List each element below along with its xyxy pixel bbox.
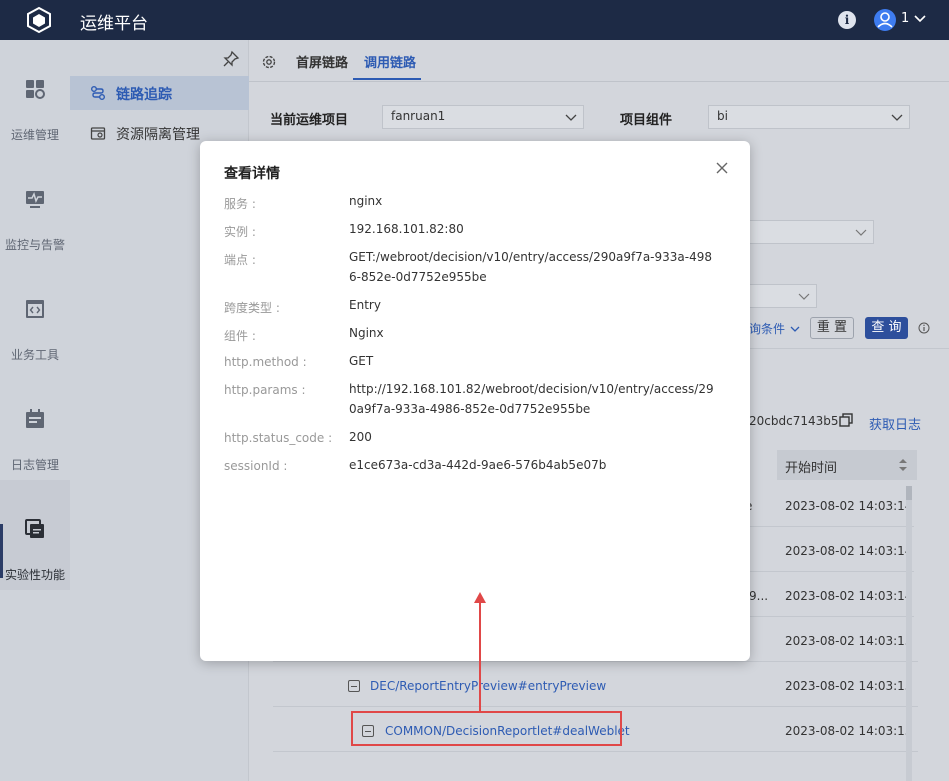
resource-isolation-icon	[90, 127, 106, 140]
tab-active-underline	[353, 78, 421, 80]
tree-node-link[interactable]: DEC/ReportEntryPreview#entryPreview	[370, 679, 606, 693]
code-window-icon	[26, 300, 44, 318]
field-value-http-method: GET	[349, 354, 374, 368]
chevron-down-icon	[798, 293, 810, 300]
chevron-down-icon	[855, 229, 867, 236]
rail-item-label: 业务工具	[10, 348, 59, 362]
filter-select-2[interactable]	[749, 220, 874, 244]
field-key-http-params: http.params :	[224, 383, 306, 397]
top-bar: 运维平台 i 1	[0, 0, 949, 40]
calendar-log-icon	[26, 409, 44, 428]
chevron-down-icon[interactable]	[789, 323, 801, 335]
experiment-window-icon	[25, 519, 44, 538]
fetch-log-link[interactable]: 获取日志	[869, 414, 921, 433]
row-divider	[729, 571, 914, 572]
main-rail: 运维管理 监控与告警 业务工具 日志管理 实验性功能	[0, 40, 70, 781]
row-divider	[729, 616, 914, 617]
field-value-instance: 192.168.101.82:80	[349, 222, 464, 236]
column-header-label: 开始时间	[785, 461, 838, 476]
close-icon[interactable]	[715, 161, 729, 175]
project-select-value: fanruan1	[391, 109, 446, 123]
chevron-down-icon	[565, 114, 577, 121]
row-start-time: 2023-08-02 14:03:14	[785, 544, 913, 558]
component-label: 项目组件	[620, 113, 673, 128]
field-key-http-status: http.status_code :	[224, 431, 333, 445]
rail-item-label: 运维管理	[10, 128, 59, 142]
rail-item-ops[interactable]: 运维管理	[0, 40, 70, 150]
sort-icon[interactable]	[898, 458, 908, 472]
project-label: 当前运维项目	[270, 113, 349, 128]
app-logo-icon	[27, 6, 51, 34]
field-value-http-params: http://192.168.101.82/webroot/decision/v…	[349, 382, 714, 416]
rail-item-logs[interactable]: 日志管理	[0, 370, 70, 480]
copy-icon[interactable]	[839, 413, 853, 427]
rail-item-label: 监控与告警	[4, 238, 65, 252]
rail-item-tools[interactable]: 业务工具	[0, 260, 70, 370]
row-divider	[729, 526, 914, 527]
field-value-service: nginx	[349, 194, 383, 208]
pin-icon[interactable]	[222, 50, 240, 68]
field-value-component: Nginx	[349, 326, 384, 340]
filter-select-3[interactable]	[749, 284, 817, 308]
field-key-span-type: 跨度类型 :	[224, 301, 280, 315]
divider	[729, 348, 949, 349]
collapse-toggle-icon[interactable]	[348, 680, 360, 692]
user-name[interactable]: 1	[901, 11, 909, 26]
monitor-icon	[26, 191, 44, 208]
row-divider	[273, 751, 918, 752]
chevron-down-icon[interactable]	[913, 11, 927, 25]
info-circle-icon[interactable]	[918, 322, 930, 334]
row-start-time: 2023-08-02 14:03:14	[785, 589, 913, 603]
row-divider	[273, 661, 918, 662]
rail-item-label: 日志管理	[10, 458, 59, 472]
row-start-time: 2023-08-02 14:03:14	[785, 499, 913, 513]
row-divider	[273, 706, 918, 707]
field-key-service: 服务 :	[224, 197, 256, 211]
app-title: 运维平台	[80, 14, 148, 34]
row-start-time: 2023-08-02 14:03:15	[785, 724, 913, 738]
more-conditions-link[interactable]: 询条件	[749, 320, 785, 337]
tab-bar: 首屏链路 调用链路	[249, 40, 949, 82]
tab-first-screen[interactable]: 首屏链路	[296, 52, 348, 71]
component-select-value: bi	[717, 109, 728, 123]
user-avatar-icon[interactable]	[874, 9, 896, 31]
field-key-component: 组件 :	[224, 329, 256, 343]
annotation-highlight-box	[351, 711, 622, 746]
field-value-endpoint: GET:/webroot/decision/v10/entry/access/2…	[349, 250, 712, 284]
table-header-start-time[interactable]: 开始时间	[777, 450, 917, 480]
gear-icon[interactable]	[261, 54, 277, 70]
field-value-session-id: e1ce673a-cd3a-442d-9ae6-576b4ab5e07b	[349, 458, 607, 472]
dashboard-grid-icon	[26, 80, 45, 99]
rail-item-monitor[interactable]: 监控与告警	[0, 150, 70, 260]
query-button[interactable]: 查 询	[865, 317, 908, 339]
table-scrollbar[interactable]	[906, 486, 912, 781]
row-start-time: 2023-08-02 14:03:15	[785, 634, 913, 648]
reset-button[interactable]: 重 置	[810, 317, 854, 339]
info-icon[interactable]: i	[838, 11, 856, 29]
subnav-item-trace[interactable]: 链路追踪	[70, 76, 249, 110]
rail-item-label: 实验性功能	[4, 568, 65, 582]
field-key-session-id: sessionId :	[224, 459, 288, 473]
subnav-item-label: 资源隔离管理	[116, 127, 200, 143]
modal-title: 查看详情	[224, 166, 280, 182]
row-start-time: 2023-08-02 14:03:15	[785, 679, 913, 693]
component-select[interactable]: bi	[708, 105, 910, 129]
subnav-item-label: 链路追踪	[116, 87, 172, 103]
field-key-instance: 实例 :	[224, 225, 256, 239]
trace-id: 20cbdc7143b5	[749, 414, 839, 428]
field-value-http-status: 200	[349, 430, 372, 444]
table-scrollbar-thumb[interactable]	[906, 486, 912, 500]
detail-modal: 查看详情 服务 : nginx 实例 : 192.168.101.82:80 端…	[200, 141, 750, 661]
row-partial-text: 9...	[749, 589, 769, 603]
tab-call-chain[interactable]: 调用链路	[364, 52, 416, 71]
field-key-http-method: http.method :	[224, 355, 307, 369]
project-select[interactable]: fanruan1	[382, 105, 584, 129]
field-key-endpoint: 端点 :	[224, 253, 256, 267]
rail-active-indicator	[0, 524, 3, 578]
field-value-span-type: Entry	[349, 298, 381, 312]
trace-icon	[91, 86, 105, 100]
rail-item-experimental[interactable]: 实验性功能	[0, 480, 70, 590]
chevron-down-icon	[891, 114, 903, 121]
